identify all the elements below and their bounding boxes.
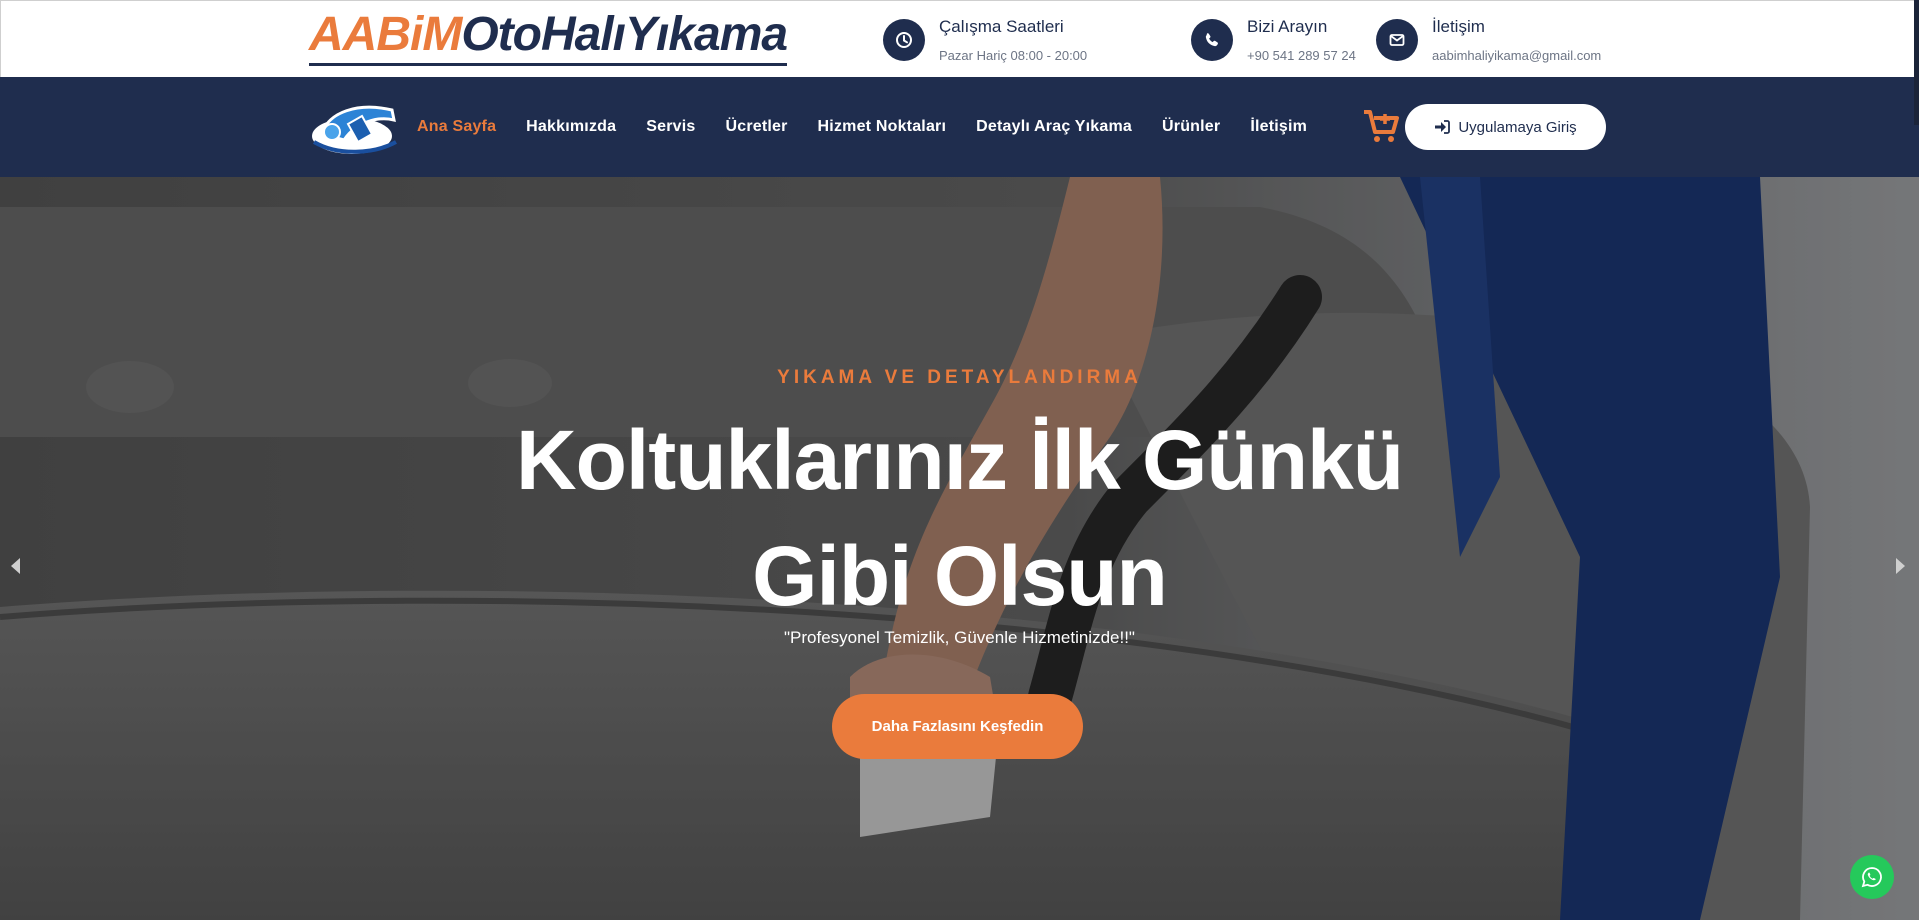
nav-item-servis[interactable]: Servis [646, 117, 695, 137]
phone-number[interactable]: +90 541 289 57 24 [1247, 47, 1356, 65]
nav-item-urunler[interactable]: Ürünler [1162, 117, 1220, 137]
app-login-label: Uygulamaya Giriş [1458, 118, 1577, 136]
contact-title: İletişim [1432, 17, 1485, 36]
email-address[interactable]: aabimhaliyikama@gmail.com [1432, 47, 1601, 65]
clock-icon [883, 19, 925, 61]
nav-item-detayli-arac-yikama[interactable]: Detaylı Araç Yıkama [976, 117, 1132, 137]
nav-item-hizmet-noktalari[interactable]: Hizmet Noktaları [818, 117, 947, 137]
main-menu: Ana Sayfa Hakkımızda Servis Ücretler Hiz… [417, 117, 1337, 137]
discover-more-button[interactable]: Daha Fazlasını Keşfedin [832, 694, 1083, 759]
hero-title-line-1: Koltuklarınız İlk Günkü [515, 413, 1404, 507]
call-us-info[interactable]: Bizi Arayın +90 541 289 57 24 [1191, 16, 1356, 65]
brand-part-2: OtoHalıYıkama [461, 8, 788, 61]
vertical-scrollbar[interactable] [1914, 0, 1919, 125]
working-hours-info: Çalışma Saatleri Pazar Hariç 08:00 - 20:… [883, 16, 1087, 65]
site-logo-icon[interactable] [308, 96, 402, 160]
nav-item-iletisim[interactable]: İletişim [1250, 117, 1307, 137]
working-hours-detail: Pazar Hariç 08:00 - 20:00 [939, 48, 1088, 63]
contact-info[interactable]: İletişim aabimhaliyikama@gmail.com [1376, 16, 1601, 65]
whatsapp-button[interactable] [1850, 855, 1894, 899]
hero-title: Koltuklarınız İlk Günkü Gibi Olsun [0, 402, 1919, 634]
whatsapp-icon [1861, 867, 1882, 888]
hero-eyebrow: YIKAMA VE DETAYLANDIRMA [777, 367, 1142, 388]
brand-logo-text[interactable]: AABiM OtoHalıYıkama [309, 8, 788, 66]
call-us-title: Bizi Arayın [1247, 17, 1328, 36]
sign-in-icon [1435, 120, 1451, 134]
slider-prev-arrow-icon[interactable] [9, 557, 21, 575]
nav-item-hakkimizda[interactable]: Hakkımızda [526, 117, 616, 137]
envelope-icon [1376, 19, 1418, 61]
working-hours-title: Çalışma Saatleri [939, 17, 1064, 36]
hero-quote: "Profesyonel Temizlik, Güvenle Hizmetini… [784, 628, 1135, 647]
nav-item-ana-sayfa[interactable]: Ana Sayfa [417, 117, 496, 137]
nav-item-ucretler[interactable]: Ücretler [725, 117, 787, 137]
app-login-button[interactable]: Uygulamaya Giriş [1405, 104, 1606, 150]
slider-next-arrow-icon[interactable] [1895, 557, 1907, 575]
phone-icon [1191, 19, 1233, 61]
cart-plus-icon[interactable] [1362, 106, 1402, 146]
hero-title-line-2: Gibi Olsun [752, 529, 1168, 623]
brand-part-1: AABiM [309, 8, 462, 61]
